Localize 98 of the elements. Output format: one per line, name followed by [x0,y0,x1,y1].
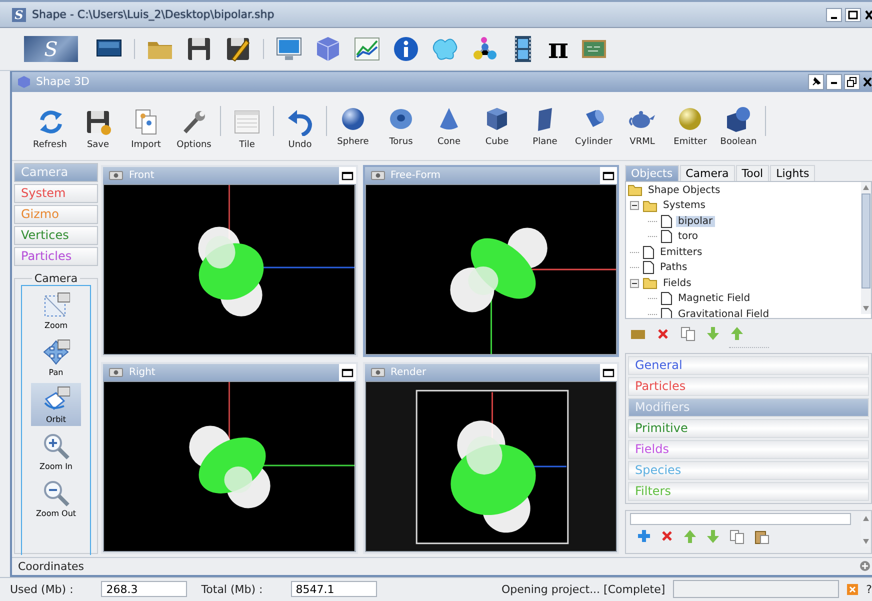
line-chart-icon[interactable] [353,34,381,63]
category-tab[interactable]: Vertices [14,226,98,245]
viewport-title: Render [390,366,428,378]
tree-item[interactable]: Fields [661,278,694,289]
minimize-icon[interactable] [826,74,842,90]
status-message: Opening project... [Complete] [502,582,666,596]
app-icon: S [12,8,26,22]
toolbar-button[interactable]: Emitter [668,104,712,147]
camera-icon [370,170,384,180]
maximize-icon[interactable] [600,364,617,381]
tree-item[interactable]: Systems [661,200,708,212]
cube-sphere-icon [724,104,752,133]
undo-icon [286,108,314,136]
minimize-icon[interactable] [826,8,842,22]
panel-tab[interactable]: Camera [680,164,735,181]
status-label: Total (Mb) : [201,582,263,596]
camera-icon [370,368,384,377]
camera-tool-button[interactable]: Pan [31,336,81,379]
toolbar-button[interactable]: Options [172,108,216,150]
folder-icon [643,200,657,212]
used-memory-field[interactable]: 268.3 [101,581,188,598]
help-button[interactable]: ? [866,582,872,596]
pin-icon[interactable] [808,74,824,90]
window-icon [233,108,261,136]
maximize-icon[interactable] [338,364,356,381]
collapse-icon[interactable] [630,278,639,288]
section-header[interactable]: Fields [628,440,869,459]
document-icon [643,246,654,259]
camera-tool-button[interactable]: Zoom In [31,430,81,473]
toolbar-button[interactable]: Cube [475,104,519,147]
tree-item[interactable]: Paths [658,262,690,274]
viewport-title: Right [129,366,156,378]
camera-tool-button[interactable]: Orbit [31,382,81,426]
toolbar-button[interactable]: Cone [427,104,471,147]
document-icon [661,230,672,244]
collapse-icon[interactable] [630,201,639,210]
document-icon [661,214,672,228]
text-field[interactable] [630,512,851,525]
total-memory-field[interactable]: 8547.1 [290,581,377,598]
delete-icon[interactable] [657,328,669,340]
window-title: Shape - C:\Users\Luis_2\Desktop\bipolar.shp [32,8,276,22]
section-header[interactable]: Particles [628,376,869,396]
window-title: Shape 3D [36,75,90,88]
toolbar-button[interactable]: Refresh [28,108,72,150]
viewport-title: Free-Form [390,170,442,181]
camera-icon [109,368,123,377]
toolbar-button[interactable]: Import [124,108,168,150]
pi-button[interactable]: π [548,34,568,63]
copy-icon[interactable] [730,530,744,544]
delete-icon[interactable] [661,530,673,542]
tree-item[interactable]: Gravitational Field [676,308,772,318]
folder-icon[interactable] [631,328,645,340]
info-icon[interactable] [392,34,420,63]
camera-tool-button[interactable]: Zoom Out [31,476,81,520]
toolbar-button[interactable]: Torus [379,104,423,147]
toolbar-button[interactable]: Sphere [331,104,375,147]
plus-icon[interactable] [638,530,650,542]
tree-item[interactable]: bipolar [676,216,715,227]
toolbar-button[interactable]: Cylinder [571,104,616,147]
toolbar-button[interactable]: Boolean [716,104,761,147]
restore-icon[interactable] [844,74,860,90]
zoom-out-icon [42,478,70,507]
toolbar-button[interactable]: Tile [225,108,269,150]
section-header[interactable]: General [628,356,869,375]
folder-icon [628,184,642,196]
toolbar-button[interactable]: Save [76,108,120,150]
orbit-icon [42,384,70,413]
panel-title: Coordinates [18,560,84,573]
category-tab[interactable]: Particles [14,246,98,266]
viewport-title: Front [129,170,156,181]
camera-tool-button[interactable]: Zoom [31,288,81,332]
camera-icon [109,170,123,180]
toolbar-button[interactable]: Undo [278,108,322,150]
monitor-icon[interactable] [275,34,303,63]
maximize-icon[interactable] [845,8,861,22]
group-title: Camera [32,272,80,285]
maximize-icon[interactable] [600,166,617,184]
maximize-icon[interactable] [338,166,356,184]
copy-icon[interactable] [681,326,695,341]
tree-item[interactable]: Emitters [658,246,704,258]
toolbar-button[interactable]: VRML [620,104,664,147]
zoom-box-icon [42,290,70,319]
close-icon[interactable] [864,8,872,22]
expand-icon[interactable] [860,561,870,572]
tree-item[interactable]: toro [676,231,700,242]
zoom-in-icon [42,432,70,460]
document-icon [661,292,672,306]
toolbar-button[interactable]: Plane [523,104,567,147]
section-header[interactable]: Primitive [628,418,869,438]
clipboard-icon[interactable] [755,530,769,544]
panel-tab[interactable]: Lights [770,164,816,181]
panel-tab[interactable]: Tool [736,164,770,181]
status-label: Used (Mb) : [10,582,74,596]
move-arrows-icon [42,338,70,366]
tree-item[interactable]: Shape Objects [646,184,722,196]
folder-icon [643,277,657,290]
document-icon [643,261,654,274]
tree-item[interactable]: Magnetic Field [676,293,752,304]
